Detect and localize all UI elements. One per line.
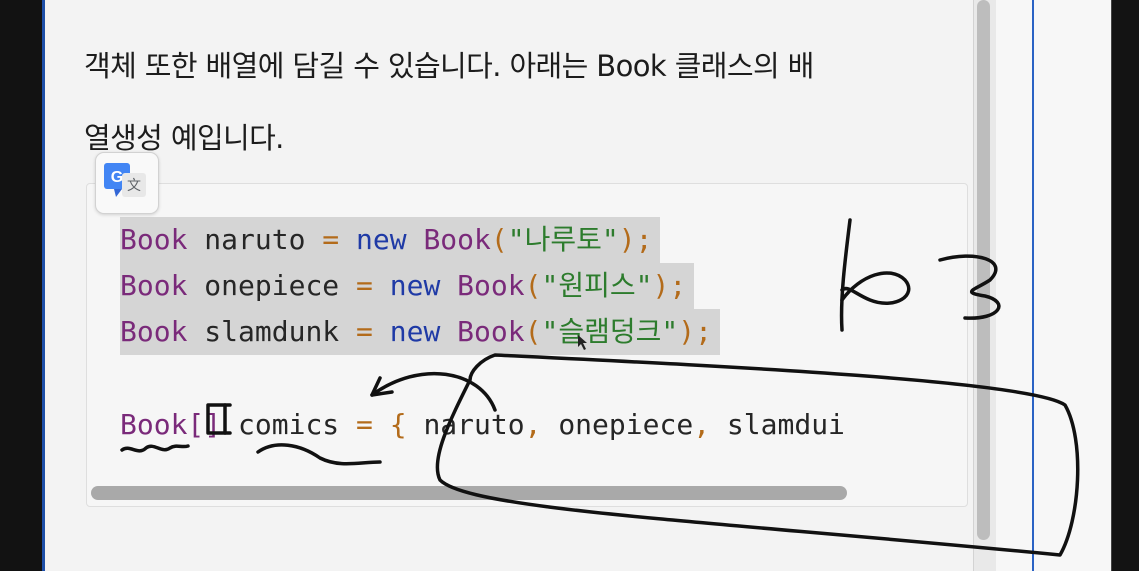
paren-token: ( — [490, 223, 508, 256]
left-dark-margin — [0, 0, 45, 571]
identifier-token: naruto — [187, 223, 323, 256]
horizontal-scrollbar[interactable] — [91, 486, 847, 500]
right-dark-margin — [1111, 0, 1139, 571]
keyword-token: new — [339, 223, 424, 256]
type-token: Book — [120, 315, 188, 348]
translate-button[interactable]: G 文 — [95, 152, 159, 214]
right-window-border — [1032, 0, 1034, 571]
code-line-3: Book slamdunk = new Book("슬램덩크"); — [120, 309, 720, 355]
code-line-array: Book[] comics = { naruto, onepiece, slam… — [120, 402, 845, 448]
paragraph-line-1: 객체 또한 배열에 담길 수 있습니다. 아래는 Book 클래스의 배 — [84, 49, 814, 83]
right-panel — [996, 0, 1111, 571]
identifier-token: comics — [221, 408, 357, 441]
paragraph: 객체 또한 배열에 담길 수 있습니다. 아래는 Book 클래스의 배 열생성… — [84, 30, 964, 174]
keyword-token: new — [372, 269, 458, 302]
string-token: "원피스" — [541, 269, 653, 302]
svg-text:文: 文 — [127, 178, 141, 194]
identifier-token: onepiece — [187, 269, 357, 302]
paren-token: ( — [524, 315, 542, 348]
close-token: ); — [652, 269, 687, 302]
array-item-2: onepiece — [541, 408, 694, 441]
brace-token: { — [372, 408, 407, 441]
type-token: Book — [120, 269, 188, 302]
svg-text:G: G — [111, 169, 123, 186]
comma-token: , — [524, 408, 542, 441]
vertical-scrollbar-thumb[interactable] — [977, 0, 990, 540]
string-token: "슬램덩크" — [541, 315, 679, 348]
close-token: ); — [618, 223, 653, 256]
operator-token: = — [322, 223, 340, 256]
type-token: Book — [120, 223, 188, 256]
keyword-token: new — [372, 315, 458, 348]
code-line-2: Book onepiece = new Book("원피스"); — [120, 263, 695, 309]
array-type-token: Book[] — [120, 408, 222, 441]
identifier-token: slamdunk — [187, 315, 357, 348]
operator-token: = — [356, 269, 373, 302]
constructor-token: Book — [457, 315, 525, 348]
array-item-3: slamdui — [710, 408, 845, 441]
string-token: "나루토" — [507, 223, 619, 256]
constructor-token: Book — [423, 223, 491, 256]
paragraph-line-2: 열생성 예입니다. — [84, 121, 284, 155]
google-translate-icon: G 文 — [104, 163, 146, 197]
paren-token: ( — [524, 269, 542, 302]
constructor-token: Book — [457, 269, 525, 302]
screen: 객체 또한 배열에 담길 수 있습니다. 아래는 Book 클래스의 배 열생성… — [0, 0, 1139, 571]
operator-token: = — [356, 315, 373, 348]
close-token: ); — [678, 315, 712, 348]
comma-token: , — [693, 408, 711, 441]
array-item-1: naruto — [406, 408, 525, 441]
code-line-1: Book naruto = new Book("나루토"); — [120, 217, 661, 263]
code-block: Book naruto = new Book("나루토"); Book onep… — [86, 183, 968, 507]
operator-token: = — [356, 408, 373, 441]
